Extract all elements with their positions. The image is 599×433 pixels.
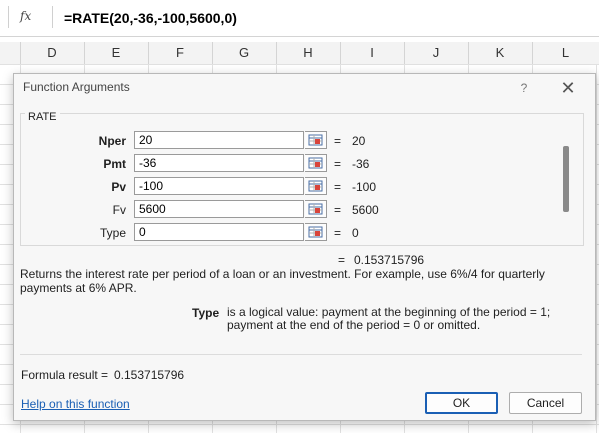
argument-help-text: is a logical value: payment at the begin… [227, 306, 577, 332]
arg-row-pv: Pv = -100 [14, 177, 414, 197]
collapse-dialog-icon[interactable] [305, 154, 327, 172]
name-box-edge[interactable] [0, 6, 9, 28]
arg-label-pmt: Pmt [103, 157, 126, 171]
argument-help-line-2: payment at the end of the period = 0 or … [227, 318, 481, 332]
arg-equals: = [334, 157, 342, 171]
function-result-value: 0.153715796 [354, 253, 425, 267]
arg-equals: = [334, 203, 342, 217]
arg-input-pmt[interactable] [134, 154, 304, 172]
arg-input-type[interactable] [134, 223, 304, 241]
column-header-j[interactable]: J [404, 42, 469, 64]
arg-equals: = [334, 180, 342, 194]
arg-label-type: Type [99, 226, 126, 240]
column-header-g[interactable]: G [212, 42, 277, 64]
column-header-e[interactable]: E [84, 42, 149, 64]
help-on-function-link[interactable]: Help on this function [21, 397, 130, 411]
row-header-corner[interactable] [0, 42, 21, 64]
column-header-h[interactable]: H [276, 42, 341, 64]
column-header-f[interactable]: F [148, 42, 213, 64]
arg-result-type: 0 [352, 226, 359, 240]
argument-help-term: Type [192, 306, 220, 320]
arg-equals: = [334, 134, 342, 148]
formula-result-label: Formula result = [21, 368, 109, 382]
arg-label-fv: Fv [112, 203, 126, 217]
arg-row-type: Type = 0 [14, 223, 414, 243]
collapse-dialog-icon[interactable] [305, 177, 327, 195]
arg-result-pv: -100 [352, 180, 377, 194]
function-arguments-dialog: Function Arguments ? ✕ RATE Nper = 20 Pm… [13, 73, 596, 421]
arg-label-pv: Pv [111, 180, 126, 194]
arg-row-fv: Fv = 5600 [14, 200, 414, 220]
column-header-d[interactable]: D [20, 42, 85, 64]
arg-label-nper: Nper [98, 134, 126, 148]
insert-function-icon[interactable]: fx [20, 9, 42, 27]
column-headers: D E F G H I J K L [0, 42, 599, 65]
dialog-title: Function Arguments [23, 80, 130, 94]
formula-bar: fx =RATE(20,-36,-100,5600,0) [0, 0, 599, 37]
arg-result-nper: 20 [352, 134, 366, 148]
arg-result-fv: 5600 [352, 203, 379, 217]
arg-result-pmt: -36 [352, 157, 370, 171]
arg-row-pmt: Pmt = -36 [14, 154, 414, 174]
arg-input-pv[interactable] [134, 177, 304, 195]
column-header-l[interactable]: L [532, 42, 599, 64]
column-header-i[interactable]: I [340, 42, 405, 64]
arg-equals: = [334, 226, 342, 240]
function-description: Returns the interest rate per period of … [20, 267, 545, 295]
collapse-dialog-icon[interactable] [305, 200, 327, 218]
arg-input-fv[interactable] [134, 200, 304, 218]
help-button[interactable]: ? [514, 78, 534, 98]
divider [20, 354, 582, 355]
formula-bar-separator [52, 6, 53, 28]
cancel-button[interactable]: Cancel [509, 392, 582, 414]
arg-row-nper: Nper = 20 [14, 131, 414, 151]
arg-input-nper[interactable] [134, 131, 304, 149]
formula-input[interactable]: =RATE(20,-36,-100,5600,0) [64, 10, 237, 26]
column-header-k[interactable]: K [468, 42, 533, 64]
ok-button[interactable]: OK [425, 392, 498, 414]
close-icon[interactable]: ✕ [556, 76, 580, 100]
function-name-label: RATE [25, 111, 60, 123]
collapse-dialog-icon[interactable] [305, 223, 327, 241]
function-result-equals: = [338, 253, 346, 267]
formula-result-value: 0.153715796 [114, 368, 185, 382]
arguments-scrollbar[interactable] [563, 146, 569, 212]
collapse-dialog-icon[interactable] [305, 131, 327, 149]
